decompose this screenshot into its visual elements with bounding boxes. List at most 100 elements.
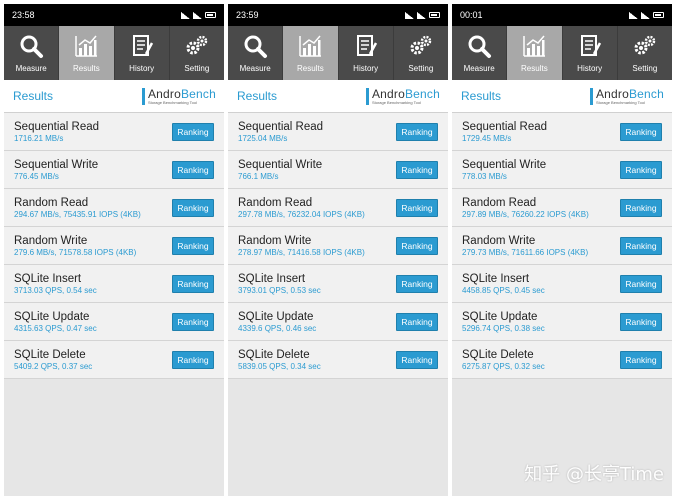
chart-icon <box>73 33 99 64</box>
signal-icon <box>181 11 190 19</box>
page-title: Results <box>461 89 502 103</box>
signal-icon <box>417 11 426 19</box>
result-title: Sequential Write <box>462 158 547 171</box>
results-list: Sequential Read 1716.21 MB/s Ranking Sequen… <box>4 113 224 379</box>
nav-tab-label: Results <box>297 64 324 73</box>
ranking-button[interactable]: Ranking <box>172 198 214 217</box>
nav-tab-label: History <box>129 64 155 73</box>
nav-tab-label: Measure <box>463 64 495 73</box>
nav-tab-label: Measure <box>239 64 271 73</box>
ranking-button[interactable]: Ranking <box>396 274 438 293</box>
ranking-button[interactable]: Ranking <box>396 312 438 331</box>
ranking-button[interactable]: Ranking <box>172 350 214 369</box>
result-row: Random Write 279.73 MB/s, 71611.66 IOPS (… <box>452 227 672 265</box>
ranking-button[interactable]: Ranking <box>396 236 438 255</box>
result-row: SQLite Insert 3713.03 QPS, 0.54 sec Rankin… <box>4 265 224 303</box>
results-list: Sequential Read 1725.04 MB/s Ranking Sequen… <box>228 113 448 379</box>
result-value: 3713.03 QPS, 0.54 sec <box>14 285 97 295</box>
document-icon <box>353 33 379 64</box>
ranking-button[interactable]: Ranking <box>396 198 438 217</box>
result-value: 1729.45 MB/s <box>462 133 512 143</box>
result-row: SQLite Insert 3793.01 QPS, 0.53 sec Rankin… <box>228 265 448 303</box>
result-title: SQLite Delete <box>14 348 86 361</box>
ranking-button[interactable]: Ranking <box>620 236 662 255</box>
nav-tab-measure[interactable]: Measure <box>4 26 60 80</box>
results-header: Results AndroBench Storage Benchmarking To… <box>228 80 448 113</box>
result-row: Random Read 297.78 MB/s, 76232.04 IOPS (4… <box>228 189 448 227</box>
result-row: Random Read 297.89 MB/s, 76260.22 IOPS (4… <box>452 189 672 227</box>
ranking-button[interactable]: Ranking <box>172 160 214 179</box>
nav-tab-results[interactable]: Results <box>59 26 115 80</box>
androbench-logo: AndroBench Storage Benchmarking Tool <box>365 87 440 105</box>
logo-prefix: Andro <box>595 86 629 101</box>
nav-tab-results[interactable]: Results <box>283 26 339 80</box>
ranking-button[interactable]: Ranking <box>396 160 438 179</box>
result-title: SQLite Update <box>238 310 314 323</box>
ranking-button[interactable]: Ranking <box>172 312 214 331</box>
page-title: Results <box>13 89 54 103</box>
result-value: 294.67 MB/s, 75435.91 IOPS (4KB) <box>14 209 141 219</box>
nav-tab-history[interactable]: History <box>339 26 394 80</box>
nav-tab-label: Results <box>73 64 100 73</box>
result-row: Sequential Read 1716.21 MB/s Ranking <box>4 113 224 151</box>
ranking-button[interactable]: Ranking <box>620 198 662 217</box>
ranking-button[interactable]: Ranking <box>620 160 662 179</box>
status-bar: 23:59 <box>228 4 448 26</box>
ranking-button[interactable]: Ranking <box>396 122 438 141</box>
ranking-button[interactable]: Ranking <box>172 122 214 141</box>
nav-bar: Measure Results History Setting <box>228 26 448 80</box>
result-value: 778.03 MB/s <box>462 171 507 181</box>
ranking-button[interactable]: Ranking <box>620 350 662 369</box>
phone-screen: 00:01 Measure Results History Setting Results… <box>452 4 672 496</box>
result-row: Sequential Read 1725.04 MB/s Ranking <box>228 113 448 151</box>
magnifier-icon <box>18 33 44 64</box>
result-title: SQLite Delete <box>238 348 310 361</box>
nav-tab-history[interactable]: History <box>115 26 170 80</box>
ranking-button[interactable]: Ranking <box>396 350 438 369</box>
result-title: Sequential Write <box>14 158 99 171</box>
battery-icon <box>205 12 216 18</box>
result-row: Random Read 294.67 MB/s, 75435.91 IOPS (4… <box>4 189 224 227</box>
ranking-button[interactable]: Ranking <box>620 274 662 293</box>
results-list: Sequential Read 1729.45 MB/s Ranking Sequen… <box>452 113 672 379</box>
logo-tagline: Storage Benchmarking Tool <box>147 99 198 105</box>
status-icons <box>629 11 664 19</box>
nav-tab-setting[interactable]: Setting <box>170 26 224 80</box>
ranking-button[interactable]: Ranking <box>172 236 214 255</box>
gears-icon <box>632 33 658 64</box>
nav-tab-setting[interactable]: Setting <box>394 26 448 80</box>
result-row: SQLite Delete 5409.2 QPS, 0.37 sec Ranking <box>4 341 224 379</box>
result-value: 297.89 MB/s, 76260.22 IOPS (4KB) <box>462 209 589 219</box>
nav-tab-measure[interactable]: Measure <box>452 26 508 80</box>
result-value: 1716.21 MB/s <box>14 133 64 143</box>
result-value: 279.73 MB/s, 71611.66 IOPS (4KB) <box>462 247 589 257</box>
nav-tab-label: Results <box>521 64 548 73</box>
nav-tab-label: Measure <box>15 64 47 73</box>
result-value: 3793.01 QPS, 0.53 sec <box>238 285 321 295</box>
phone-screen: 23:58 Measure Results History Setting Results… <box>4 4 224 496</box>
result-value: 1725.04 MB/s <box>238 133 288 143</box>
status-time: 23:59 <box>236 10 259 20</box>
androbench-logo: AndroBench Storage Benchmarking Tool <box>141 87 216 105</box>
result-value: 279.6 MB/s, 71578.58 IOPS (4KB) <box>14 247 137 257</box>
ranking-button[interactable]: Ranking <box>620 312 662 331</box>
logo-bar <box>589 87 593 105</box>
logo-tagline: Storage Benchmarking Tool <box>595 99 646 105</box>
nav-tab-history[interactable]: History <box>563 26 618 80</box>
result-row: SQLite Update 4315.63 QPS, 0.47 sec Rankin… <box>4 303 224 341</box>
result-row: Sequential Write 778.03 MB/s Ranking <box>452 151 672 189</box>
result-row: Sequential Read 1729.45 MB/s Ranking <box>452 113 672 151</box>
magnifier-icon <box>242 33 268 64</box>
nav-tab-measure[interactable]: Measure <box>228 26 284 80</box>
logo-bar <box>141 87 145 105</box>
nav-tab-results[interactable]: Results <box>507 26 563 80</box>
ranking-button[interactable]: Ranking <box>172 274 214 293</box>
result-title: Sequential Read <box>238 120 324 133</box>
result-value: 278.97 MB/s, 71416.58 IOPS (4KB) <box>238 247 365 257</box>
ranking-button[interactable]: Ranking <box>620 122 662 141</box>
status-time: 00:01 <box>460 10 483 20</box>
result-value: 4339.6 QPS, 0.46 sec <box>238 323 317 333</box>
nav-bar: Measure Results History Setting <box>4 26 224 80</box>
signal-icon <box>193 11 202 19</box>
nav-tab-setting[interactable]: Setting <box>618 26 672 80</box>
